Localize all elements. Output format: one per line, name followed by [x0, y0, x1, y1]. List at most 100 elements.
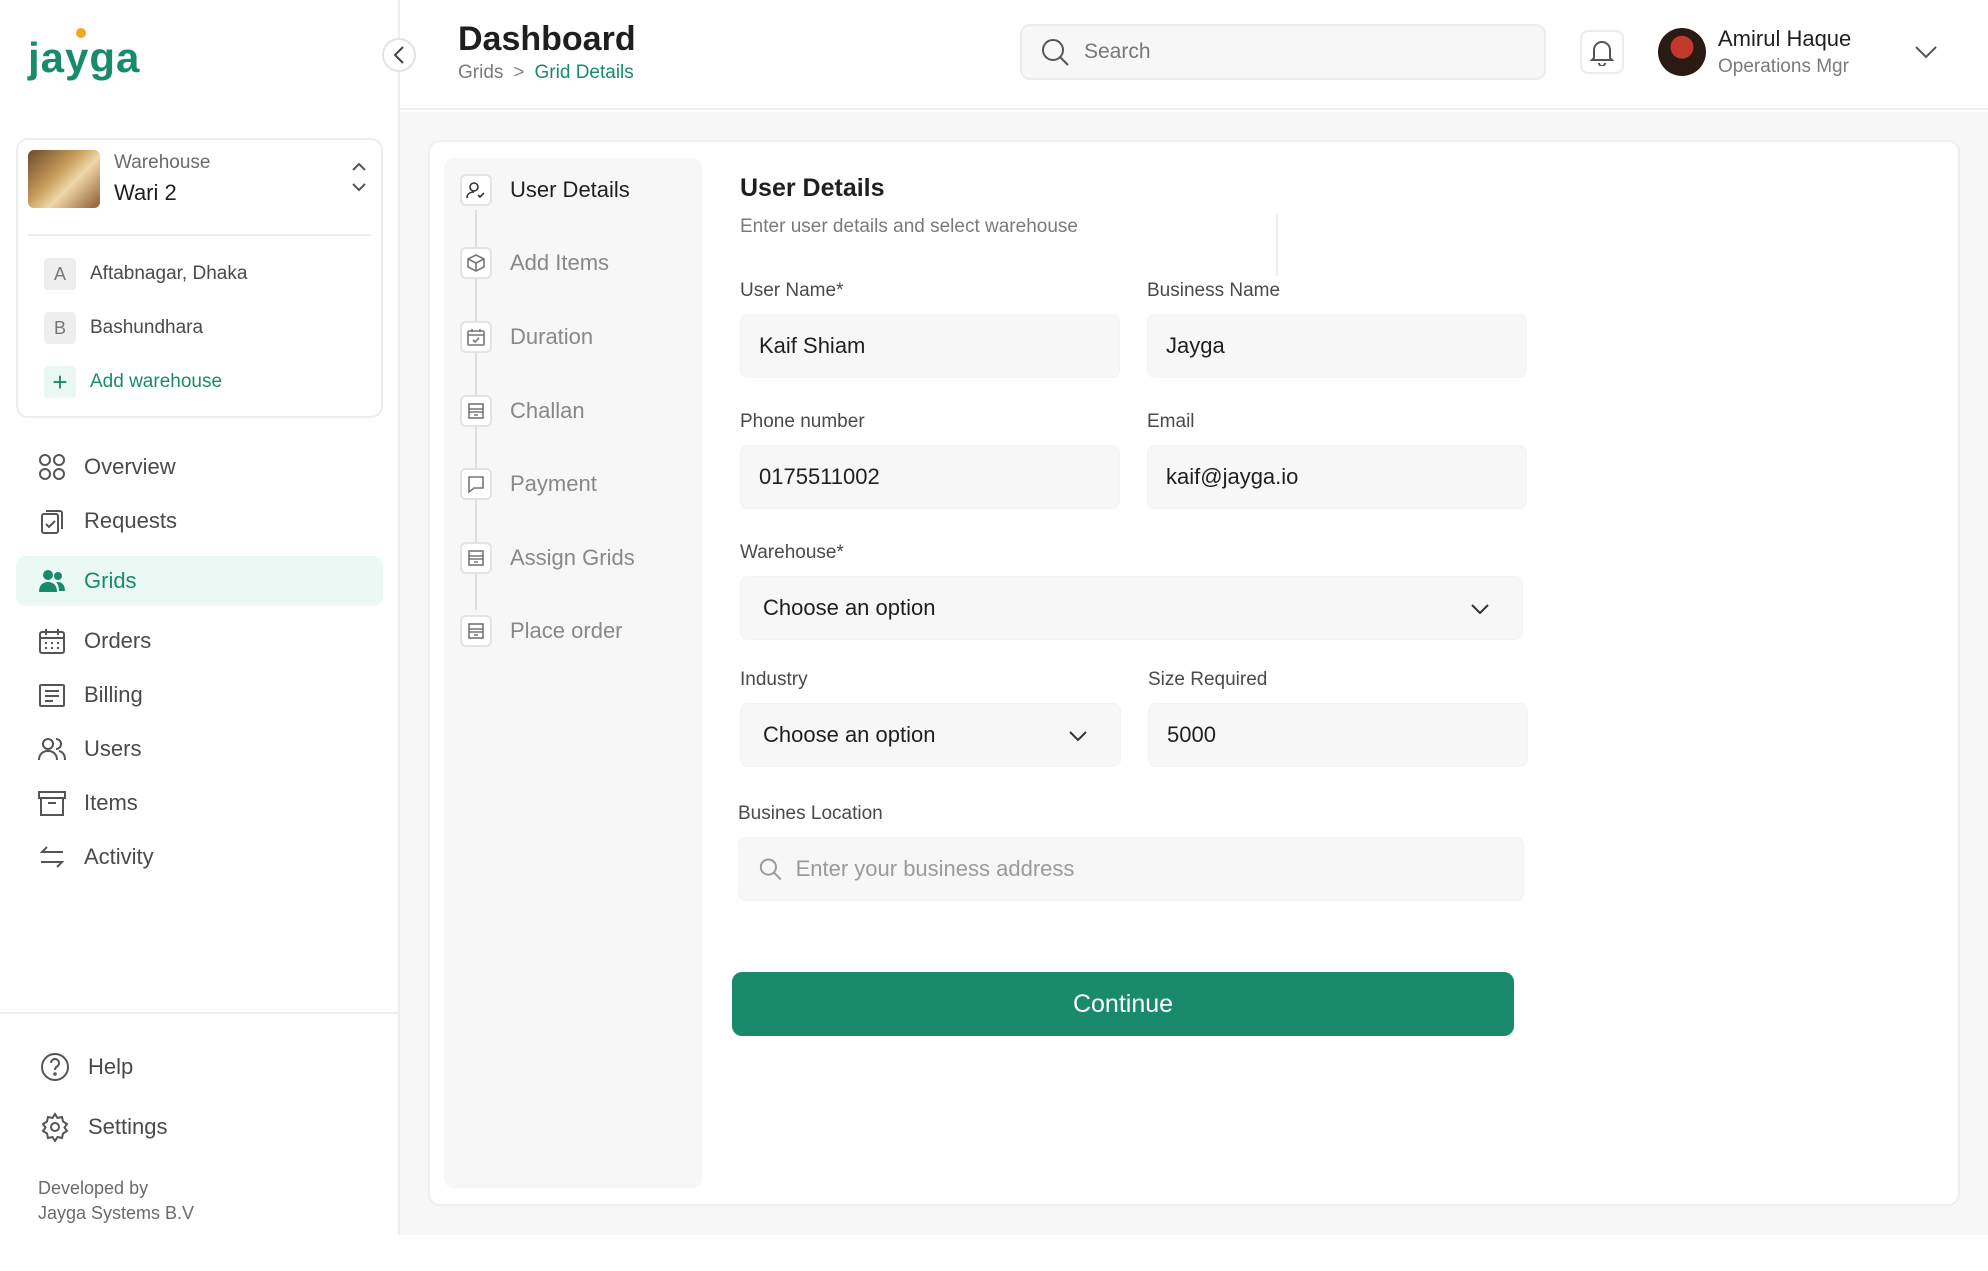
- warehouse-thumbnail: [28, 150, 100, 208]
- search-box[interactable]: [1020, 24, 1546, 80]
- step-label: Place order: [510, 618, 623, 643]
- chevron-down-icon[interactable]: [1912, 38, 1940, 66]
- store-icon: [460, 615, 492, 647]
- bell-icon: [1589, 41, 1615, 66]
- nav-label: Users: [84, 736, 142, 761]
- phone-label: Phone number: [740, 411, 865, 432]
- location-field[interactable]: [738, 837, 1524, 901]
- dev-line-2: Jayga Systems B.V: [38, 1203, 195, 1223]
- message-icon: [460, 468, 492, 500]
- avatar[interactable]: [1658, 28, 1706, 76]
- help-icon: [40, 1052, 70, 1082]
- warehouse-field-label: Warehouse*: [740, 542, 844, 563]
- nav-item-requests[interactable]: Requests: [16, 496, 383, 546]
- nav-label: Grids: [84, 568, 137, 593]
- step-place-order[interactable]: Place order: [460, 615, 623, 647]
- form-subtitle: Enter user details and select warehouse: [740, 216, 1078, 237]
- warehouse-item-b[interactable]: B Bashundhara: [44, 312, 203, 344]
- user-role: Operations Mgr: [1718, 56, 1849, 77]
- jayga-logo[interactable]: jayga: [28, 28, 140, 82]
- nav-label: Requests: [84, 508, 177, 533]
- user-icon: [460, 174, 492, 206]
- archive-icon: [38, 789, 66, 817]
- settings-link[interactable]: Settings: [40, 1112, 168, 1143]
- phone-input[interactable]: [759, 464, 1119, 490]
- nav-item-billing[interactable]: Billing: [16, 670, 383, 720]
- warehouse-divider: [28, 234, 371, 236]
- warehouse-item-label: Bashundhara: [90, 317, 204, 338]
- step-label: User Details: [510, 177, 630, 202]
- nav-item-items[interactable]: Items: [16, 778, 383, 828]
- step-payment[interactable]: Payment: [460, 468, 597, 500]
- calendar-icon: [38, 627, 66, 655]
- store-icon: [460, 542, 492, 574]
- nav-label: Activity: [84, 844, 154, 869]
- size-input[interactable]: [1167, 722, 1527, 748]
- step-add-items[interactable]: Add Items: [460, 247, 609, 279]
- divider-line: [1276, 214, 1278, 276]
- stepper: [444, 158, 702, 1188]
- sidebar-divider: [0, 1012, 400, 1014]
- warehouse-item-a[interactable]: A Aftabnagar, Dhaka: [44, 258, 247, 290]
- step-user-details[interactable]: User Details: [460, 174, 630, 206]
- nav-item-grids[interactable]: Grids: [16, 556, 383, 606]
- add-warehouse-label: Add warehouse: [90, 371, 223, 392]
- warehouse-label: Warehouse: [114, 152, 211, 173]
- warehouse-badge: B: [44, 312, 76, 344]
- collapse-sidebar-button[interactable]: [382, 38, 416, 72]
- location-label: Busines Location: [738, 803, 883, 824]
- developer-credit: Developed by Jayga Systems B.V: [38, 1176, 194, 1226]
- nav-item-orders[interactable]: Orders: [16, 616, 383, 666]
- breadcrumb-grid-details[interactable]: Grid Details: [535, 62, 634, 84]
- add-warehouse-button[interactable]: + Add warehouse: [44, 366, 222, 398]
- breadcrumb-grids[interactable]: Grids: [458, 62, 503, 84]
- people-icon: [38, 735, 66, 763]
- step-assign-grids[interactable]: Assign Grids: [460, 542, 635, 574]
- user-name-input[interactable]: [759, 333, 1119, 359]
- page-title: Dashboard: [458, 20, 636, 58]
- business-name-field[interactable]: [1147, 314, 1527, 378]
- nav-item-activity[interactable]: Activity: [16, 832, 383, 882]
- grid-icon: [38, 453, 66, 481]
- nav-label: Billing: [84, 682, 143, 707]
- receipt-icon: [38, 681, 66, 709]
- industry-select[interactable]: Choose an option: [740, 703, 1121, 767]
- location-input[interactable]: [795, 856, 1523, 882]
- search-input[interactable]: [1084, 40, 1504, 64]
- store-icon: [460, 395, 492, 427]
- step-duration[interactable]: Duration: [460, 321, 593, 353]
- size-field[interactable]: [1148, 703, 1528, 767]
- arrows-icon: [38, 843, 66, 871]
- email-input[interactable]: [1166, 464, 1526, 490]
- nav-item-overview[interactable]: Overview: [16, 442, 383, 492]
- email-field[interactable]: [1147, 445, 1527, 509]
- notifications-button[interactable]: [1580, 30, 1624, 74]
- breadcrumb: Grids > Grid Details: [458, 62, 634, 84]
- user-name-label: User Name*: [740, 280, 844, 301]
- sidebar: jayga Warehouse Wari 2 A Aftabnagar, Dha…: [0, 0, 400, 1235]
- form-title: User Details: [740, 174, 885, 202]
- warehouse-select[interactable]: Choose an option: [740, 576, 1523, 640]
- phone-field[interactable]: [740, 445, 1120, 509]
- clipboard-icon: [38, 507, 66, 535]
- nav-item-users[interactable]: Users: [16, 724, 383, 774]
- box-icon: [460, 247, 492, 279]
- dev-line-1: Developed by: [38, 1178, 149, 1198]
- search-icon: [1040, 37, 1070, 67]
- chevron-down-icon: [1069, 731, 1087, 742]
- continue-button[interactable]: Continue: [732, 972, 1514, 1036]
- warehouse-badge: A: [44, 258, 76, 290]
- help-link[interactable]: Help: [40, 1052, 133, 1082]
- user-name-field[interactable]: [740, 314, 1120, 378]
- step-label: Add Items: [510, 250, 610, 275]
- warehouse-toggle-chevron-icon[interactable]: [349, 160, 369, 198]
- warehouse-name: Wari 2: [114, 180, 177, 205]
- step-challan[interactable]: Challan: [460, 395, 585, 427]
- gear-icon: [40, 1112, 70, 1143]
- warehouse-item-label: Aftabnagar, Dhaka: [90, 263, 248, 284]
- help-label: Help: [88, 1054, 134, 1079]
- business-name-input[interactable]: [1166, 333, 1526, 359]
- step-label: Assign Grids: [510, 545, 635, 570]
- chevron-left-icon: [393, 46, 404, 64]
- plus-icon: +: [44, 366, 76, 398]
